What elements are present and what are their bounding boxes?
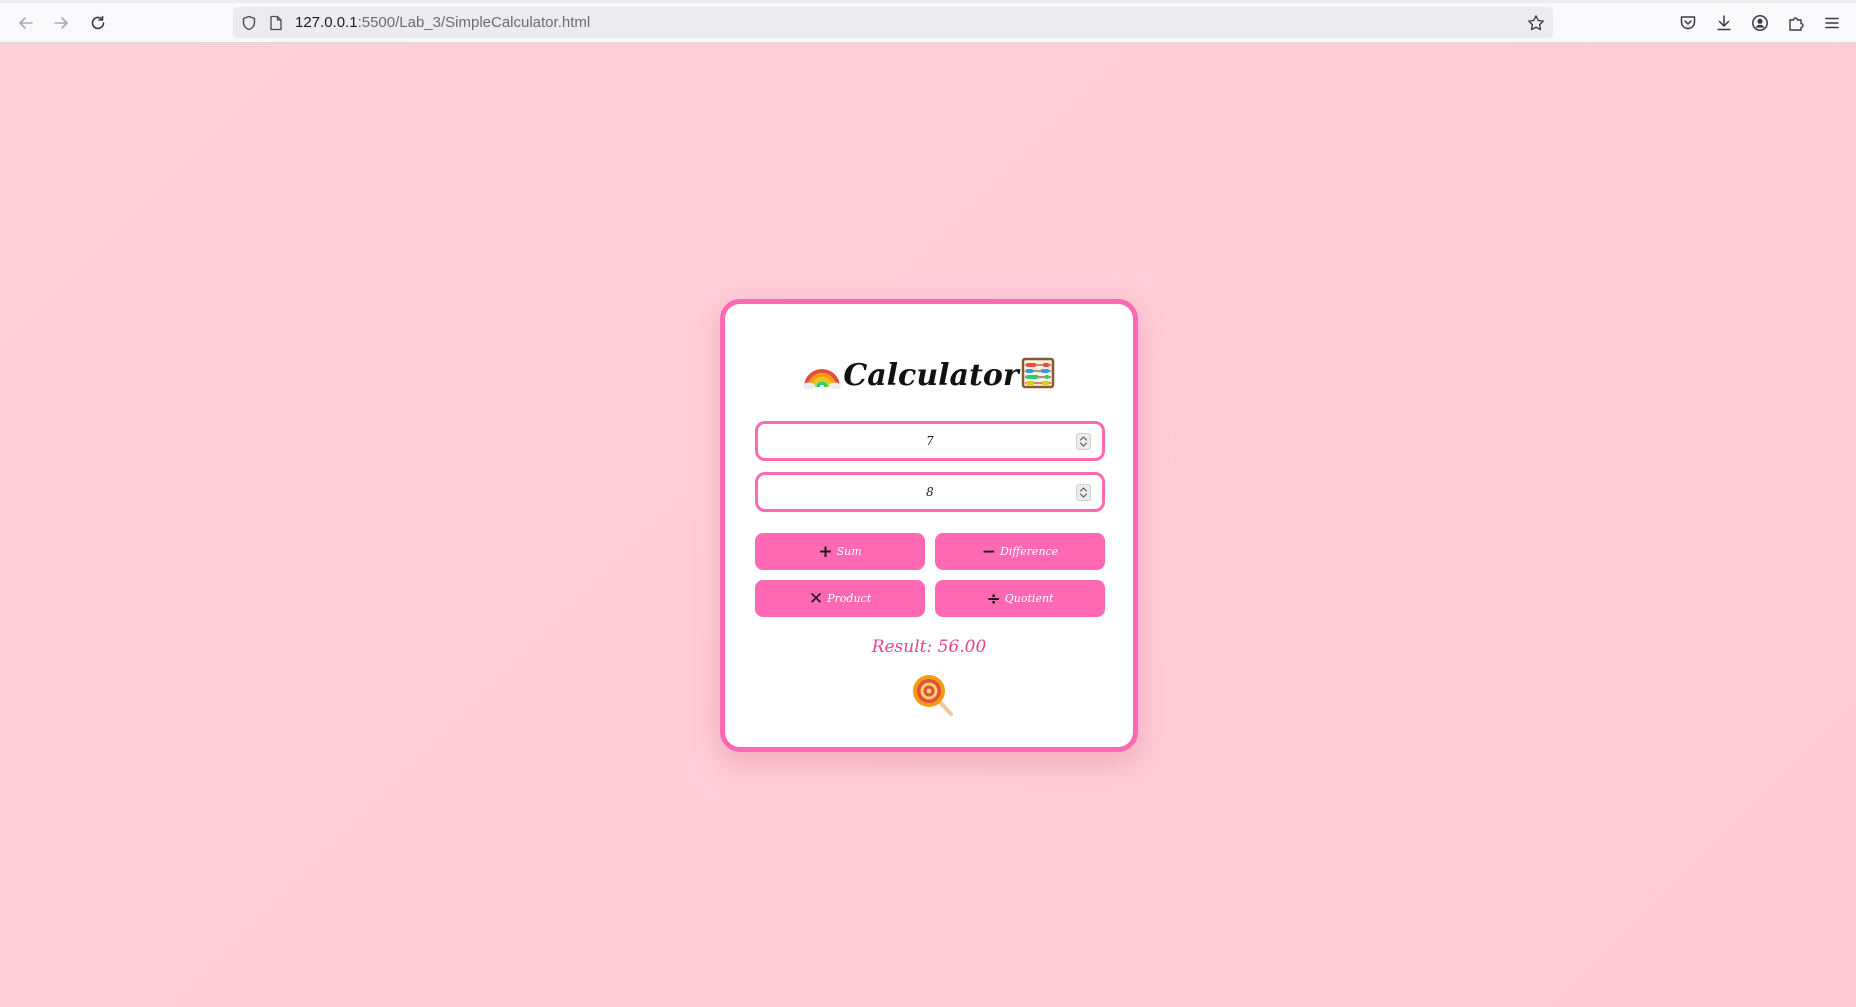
reload-button[interactable]	[87, 12, 109, 34]
calculator-title-text: Calculator	[843, 358, 1019, 393]
tab-strip-edge	[0, 0, 1856, 3]
product-button[interactable]: ✕ Product	[755, 580, 925, 617]
pocket-icon	[1680, 16, 1696, 30]
difference-button-label: Difference	[1000, 545, 1059, 558]
quotient-button-label: Quotient	[1004, 592, 1054, 605]
sum-button-label: Sum	[836, 545, 862, 558]
number-input-2[interactable]: 8	[755, 472, 1105, 512]
page-info-icon[interactable]	[269, 15, 283, 31]
result-text: Result: 56.00	[871, 637, 987, 657]
browser-toolbar: 127.0.0.1:5500/Lab_3/SimpleCalculator.ht…	[0, 0, 1856, 43]
tracking-protection-shield-icon[interactable]	[241, 15, 257, 31]
product-button-label: Product	[827, 592, 872, 605]
back-arrow-icon	[19, 17, 33, 29]
lollipop-icon	[911, 673, 955, 721]
url-path: :5500/Lab_3/SimpleCalculator.html	[357, 14, 591, 31]
sum-button[interactable]: + Sum	[755, 533, 925, 570]
url-host: 127.0.0.1	[295, 14, 358, 31]
forward-button[interactable]	[50, 12, 72, 34]
extensions-button[interactable]	[1785, 12, 1807, 34]
download-icon	[1717, 15, 1731, 31]
extensions-puzzle-icon	[1789, 17, 1804, 31]
forward-arrow-icon	[54, 17, 68, 29]
account-button[interactable]	[1749, 12, 1771, 34]
spinner-arrows-icon	[1079, 436, 1088, 447]
number-input-1[interactable]: 7	[755, 421, 1105, 461]
downloads-button[interactable]	[1713, 12, 1735, 34]
number-input-2-spinner[interactable]	[1076, 484, 1091, 501]
difference-button[interactable]: − Difference	[935, 533, 1105, 570]
hamburger-menu-icon	[1825, 17, 1839, 29]
address-bar[interactable]: 127.0.0.1:5500/Lab_3/SimpleCalculator.ht…	[233, 7, 1553, 38]
url-text[interactable]: 127.0.0.1:5500/Lab_3/SimpleCalculator.ht…	[295, 14, 590, 31]
divide-icon: ÷	[986, 588, 1001, 609]
number-input-2-value: 8	[926, 485, 934, 499]
reload-icon	[91, 15, 105, 30]
abacus-icon	[1021, 356, 1055, 398]
spinner-arrows-icon	[1079, 487, 1088, 498]
plus-icon: +	[818, 541, 833, 562]
number-input-1-value: 7	[926, 434, 934, 448]
back-button[interactable]	[15, 12, 37, 34]
number-input-1-spinner[interactable]	[1076, 433, 1091, 450]
menu-button[interactable]	[1821, 12, 1843, 34]
rainbow-icon	[803, 356, 842, 398]
account-icon	[1752, 15, 1768, 31]
minus-icon: −	[981, 541, 997, 562]
calculator-title: Calculator	[725, 356, 1133, 398]
pocket-button[interactable]	[1677, 12, 1699, 34]
quotient-button[interactable]: ÷ Quotient	[935, 580, 1105, 617]
multiply-icon: ✕	[808, 588, 824, 609]
bookmark-star-icon[interactable]	[1527, 14, 1545, 32]
calculator-card: Calculator 7 8 + Sum − Difference ✕ Prod…	[720, 299, 1138, 752]
